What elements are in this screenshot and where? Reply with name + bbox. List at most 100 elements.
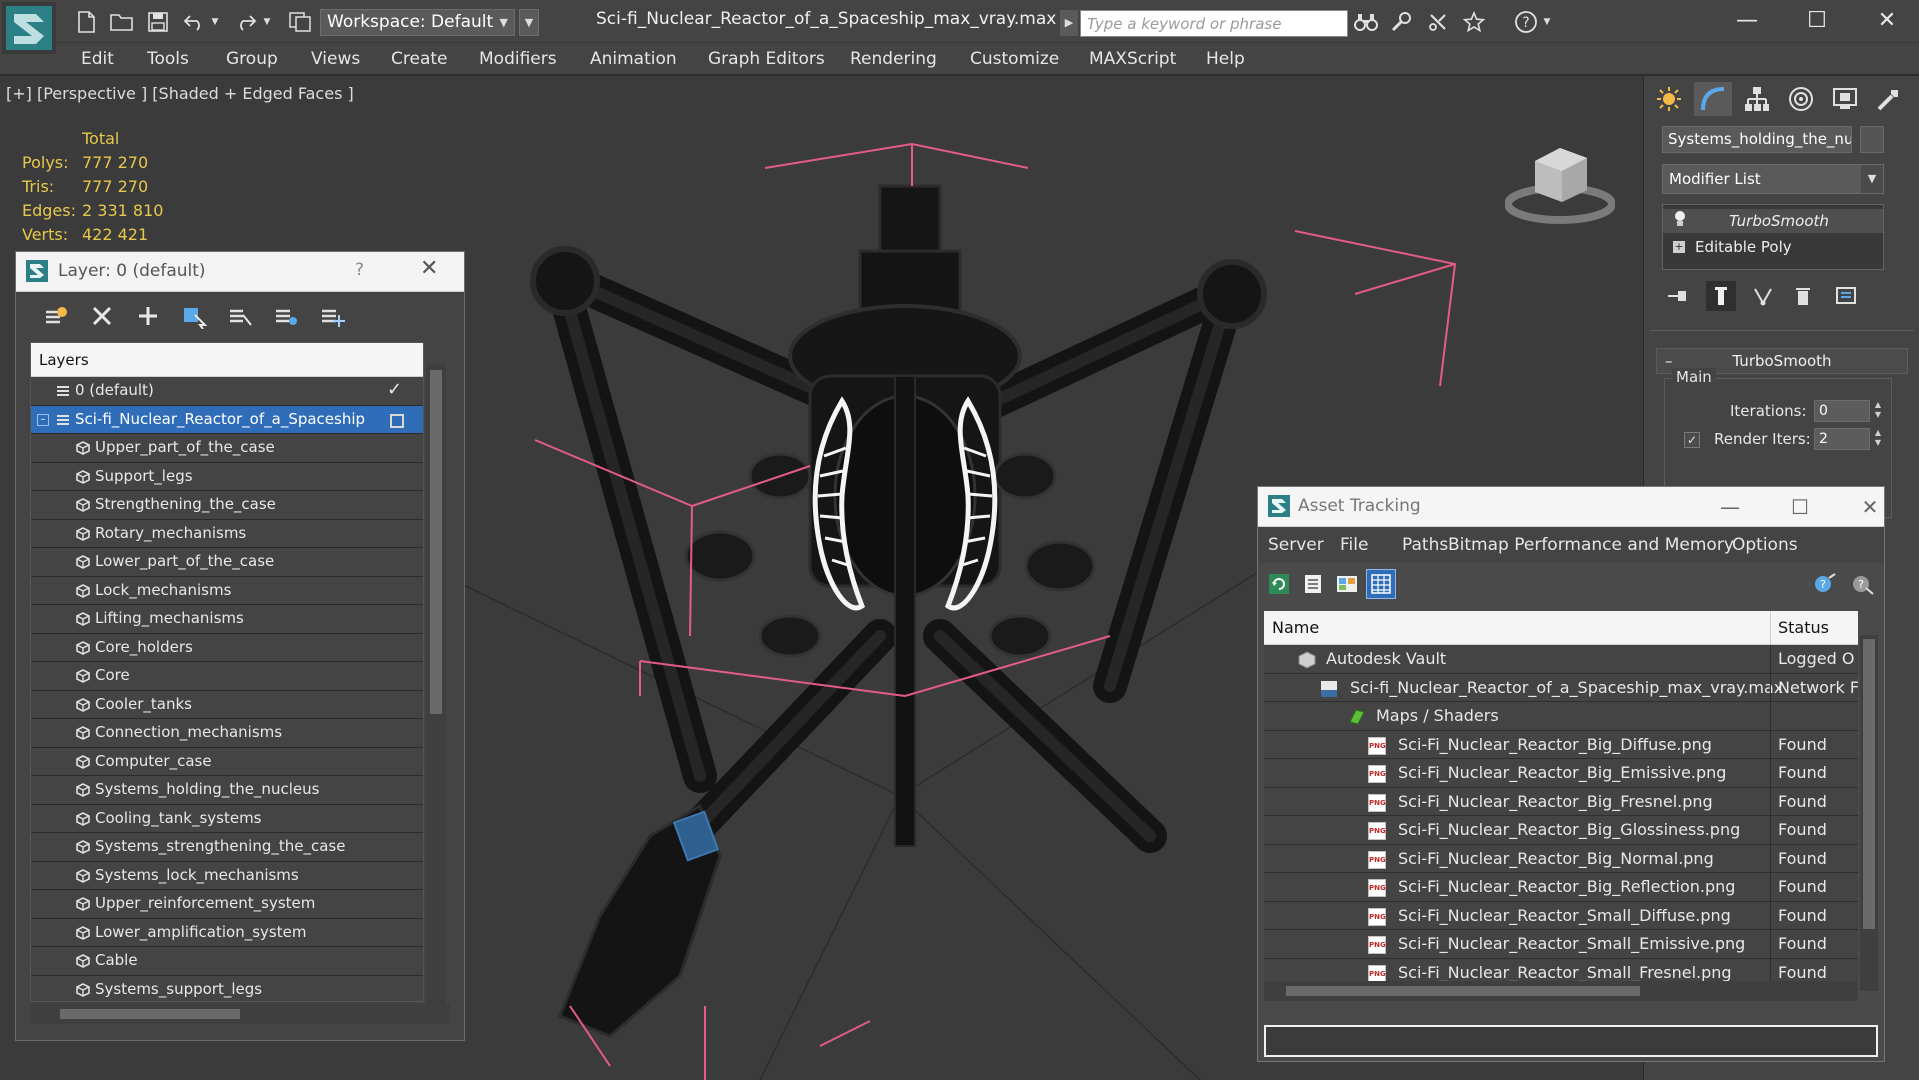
iterations-spinner[interactable]: 0 [1814, 400, 1870, 422]
highlight-layer-icon[interactable] [224, 300, 256, 332]
table-view-icon[interactable] [1366, 569, 1396, 599]
render-iters-spinner[interactable]: 2 [1814, 428, 1870, 450]
asset-window-titlebar[interactable]: Asset Tracking — ☐ ✕ [1258, 487, 1884, 527]
asset-row[interactable]: PNG Sci-Fi_Nuclear_Reactor_Small_Emissive… [1264, 930, 1858, 959]
menu-graph-editors[interactable]: Graph Editors [708, 49, 825, 69]
layer-row[interactable]: Core_holders [31, 633, 423, 662]
layer-row[interactable]: Systems_strengthening_the_case [31, 833, 423, 862]
menu-rendering[interactable]: Rendering [850, 49, 937, 69]
layer-row[interactable]: Cooling_tank_systems [31, 804, 423, 833]
app-logo[interactable] [2, 2, 56, 54]
object-color-swatch[interactable] [1860, 126, 1884, 153]
layer-horizontal-scrollbar[interactable] [30, 1004, 450, 1024]
asset-row[interactable]: PNG Sci-Fi_Nuclear_Reactor_Small_Fresnel.… [1264, 958, 1858, 981]
layer-row[interactable]: Connection_mechanisms [31, 719, 423, 748]
search-expand-icon[interactable]: ▶ [1060, 10, 1078, 36]
stack-item-turbosmooth[interactable]: TurboSmooth [1663, 209, 1883, 233]
menu-bitmap-performance[interactable]: Bitmap Performance and Memory [1448, 535, 1734, 555]
close-button[interactable]: ✕ [1862, 4, 1912, 38]
menu-help[interactable]: Help [1206, 49, 1245, 69]
layers-column-header[interactable]: Layers [31, 343, 423, 377]
help-dropdown-icon[interactable]: ▼ [1540, 8, 1554, 36]
minimize-button[interactable]: — [1710, 490, 1750, 524]
layer-row[interactable]: – Sci-fi_Nuclear_Reactor_of_a_Spaceship [31, 405, 423, 434]
render-iters-spinner-arrows[interactable]: ▲ ▼ [1872, 428, 1884, 450]
save-icon[interactable] [144, 8, 172, 36]
workspace-menu-button[interactable]: ▼ [519, 9, 539, 36]
stack-item-editable-poly[interactable]: + Editable Poly [1663, 235, 1883, 259]
pin-stack-icon[interactable] [1662, 281, 1692, 311]
create-icon[interactable] [1650, 82, 1688, 116]
menu-maxscript[interactable]: MAXScript [1089, 49, 1176, 69]
help-icon[interactable]: ? [1512, 8, 1540, 36]
search-input[interactable]: Type a keyword or phrase [1080, 10, 1348, 37]
iterations-spinner-arrows[interactable]: ▲ ▼ [1872, 400, 1884, 422]
close-button[interactable]: ✕ [1850, 490, 1890, 524]
layer-row[interactable]: Core [31, 662, 423, 691]
menu-file[interactable]: File [1340, 535, 1368, 555]
layer-row[interactable]: Computer_case [31, 747, 423, 776]
layer-row[interactable]: Lock_mechanisms [31, 576, 423, 605]
column-divider[interactable] [1770, 611, 1771, 645]
layer-row[interactable]: Systems_lock_mechanisms [31, 861, 423, 890]
delete-layer-icon[interactable] [86, 300, 118, 332]
layer-row[interactable]: Upper_reinforcement_system [31, 890, 423, 919]
layer-row[interactable]: Cooler_tanks [31, 690, 423, 719]
asset-row[interactable]: PNG Sci-Fi_Nuclear_Reactor_Big_Diffuse.pn… [1264, 730, 1858, 759]
thumbnail-view-icon[interactable] [1332, 569, 1362, 599]
menu-create[interactable]: Create [391, 49, 448, 69]
menu-customize[interactable]: Customize [970, 49, 1059, 69]
new-file-icon[interactable] [72, 8, 100, 36]
layer-row[interactable]: Cable [31, 947, 423, 976]
layer-row[interactable]: Upper_part_of_the_case [31, 434, 423, 463]
utilities-icon[interactable] [1870, 82, 1908, 116]
menu-group[interactable]: Group [226, 49, 278, 69]
scrollbar-thumb[interactable] [430, 370, 442, 714]
favorite-icon[interactable] [1460, 8, 1488, 36]
select-layer-objects-icon[interactable] [178, 300, 210, 332]
freeze-layers-icon[interactable] [316, 300, 348, 332]
current-layer-check-icon[interactable]: ✓ [387, 379, 402, 400]
viewport-label[interactable]: [+] [Perspective ] [Shaded + Edged Faces… [6, 84, 354, 103]
menu-options[interactable]: Options [1732, 535, 1798, 555]
close-button[interactable]: ✕ [420, 256, 438, 281]
layer-vertical-scrollbar[interactable] [426, 364, 446, 1004]
asset-row[interactable]: PNG Sci-Fi_Nuclear_Reactor_Small_Diffuse.… [1264, 901, 1858, 930]
layer-row[interactable]: Support_legs [31, 462, 423, 491]
make-unique-icon[interactable] [1748, 281, 1778, 311]
hierarchy-icon[interactable] [1738, 82, 1776, 116]
remove-modifier-icon[interactable] [1788, 281, 1818, 311]
layer-window-titlebar[interactable]: Layer: 0 (default) ? ✕ [16, 252, 464, 292]
undo-icon[interactable] [180, 8, 208, 36]
scrollbar-thumb[interactable] [1286, 986, 1640, 996]
undo-dropdown-icon[interactable]: ▼ [208, 8, 222, 36]
layer-row[interactable]: 0 (default) ✓ [31, 377, 423, 406]
expand-plus-icon[interactable]: + [1673, 241, 1685, 253]
modify-icon[interactable] [1694, 82, 1732, 116]
collapse-minus-icon[interactable]: – [37, 413, 49, 426]
search-tools-icon[interactable] [1388, 8, 1416, 36]
hide-layers-icon[interactable] [270, 300, 302, 332]
layer-row[interactable]: Strengthening_the_case [31, 491, 423, 520]
layer-row[interactable]: Lower_part_of_the_case [31, 548, 423, 577]
set-current-layer-box[interactable] [390, 413, 404, 428]
asset-row[interactable]: Autodesk Vault Logged O [1264, 645, 1858, 674]
open-folder-icon[interactable] [108, 8, 136, 36]
asset-row[interactable]: PNG Sci-Fi_Nuclear_Reactor_Big_Emissive.p… [1264, 759, 1858, 788]
add-to-layer-icon[interactable] [40, 300, 72, 332]
menu-paths[interactable]: Paths [1402, 535, 1448, 555]
modifier-list-dropdown[interactable]: Modifier List ▼ [1662, 164, 1884, 194]
menu-edit[interactable]: Edit [81, 49, 114, 69]
layer-row[interactable]: Lifting_mechanisms [31, 605, 423, 634]
layer-row[interactable]: Systems_support_legs [31, 975, 423, 1001]
configure-modifier-sets-icon[interactable] [1832, 281, 1862, 311]
maximize-button[interactable]: ☐ [1792, 4, 1842, 38]
scrollbar-thumb[interactable] [1863, 639, 1875, 929]
menu-server[interactable]: Server [1268, 535, 1324, 555]
minimize-button[interactable]: — [1722, 4, 1772, 38]
asset-row[interactable]: PNG Sci-Fi_Nuclear_Reactor_Big_Fresnel.pn… [1264, 787, 1858, 816]
layer-row[interactable]: Lower_amplification_system [31, 918, 423, 947]
project-icon[interactable] [286, 8, 314, 36]
column-header-status[interactable]: Status [1778, 618, 1829, 637]
workspace-dropdown[interactable]: Workspace: Default ▼ [320, 9, 515, 36]
